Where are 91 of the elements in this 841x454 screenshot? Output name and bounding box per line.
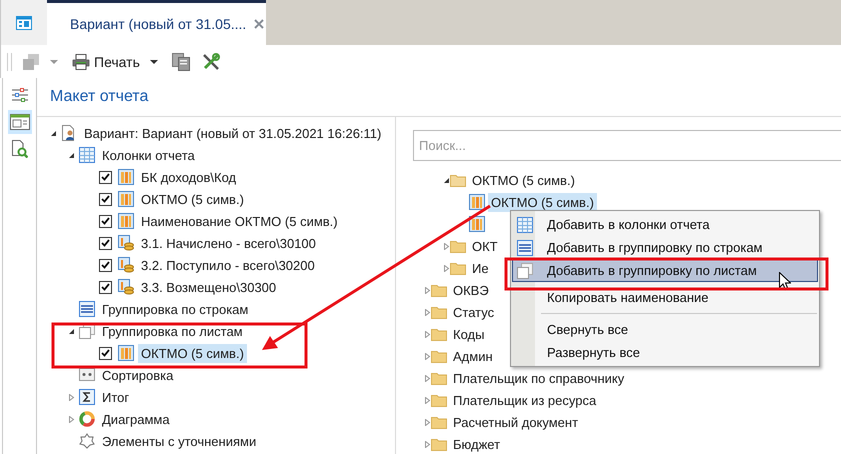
expander-icon[interactable]	[443, 176, 450, 184]
sigma-icon	[79, 389, 95, 405]
expander-icon[interactable]	[68, 328, 74, 334]
pages-icon	[172, 52, 190, 70]
tree-item[interactable]: Сортировка	[99, 366, 176, 384]
folder-icon	[450, 172, 466, 188]
folder-icon	[431, 392, 447, 408]
sidebar-item[interactable]	[8, 110, 32, 134]
checkbox[interactable]	[99, 280, 112, 294]
tree-item[interactable]: Ие	[469, 258, 492, 278]
menu-item[interactable]: Добавить в группировку по листам	[512, 259, 818, 282]
tree-item[interactable]: 3.1. Начислено - всего\30100	[138, 234, 319, 252]
tree-item[interactable]: 3.3. Возмещено\30300	[138, 278, 280, 296]
folder-icon	[450, 260, 466, 276]
folder-icon	[431, 414, 447, 430]
tree-item[interactable]: ОКТМО (5 симв.)	[138, 344, 247, 362]
layout-icon	[10, 114, 30, 130]
column-field-icon	[118, 345, 134, 361]
pages-icon	[79, 323, 95, 339]
checkbox[interactable]	[99, 192, 112, 206]
tree-item[interactable]: Админ	[450, 346, 496, 366]
coin-stack-icon	[118, 279, 134, 295]
search-field[interactable]: Поиск...	[413, 130, 841, 161]
folder-icon	[450, 238, 466, 254]
sliders-icon	[10, 87, 28, 103]
tree-item[interactable]: 3.2. Поступило - всего\30200	[138, 256, 318, 274]
tree-item[interactable]: ОКТМО (5 симв.)	[138, 190, 247, 208]
checkbox[interactable]	[99, 236, 112, 250]
folder-icon	[431, 326, 447, 342]
close-icon[interactable]	[254, 19, 264, 29]
window-icon	[16, 16, 32, 30]
rows-icon	[79, 301, 95, 317]
print-button[interactable]: Печать	[70, 52, 142, 72]
tree-item[interactable]: Вариант: Вариант (новый от 31.05.2021 16:26:11)	[81, 124, 384, 142]
tree-item[interactable]: Группировка по строкам	[99, 300, 252, 318]
menu-item[interactable]: Добавить в группировку по строкам	[512, 236, 818, 259]
tree-item[interactable]: БК доходов\Код	[138, 168, 240, 186]
menu-item[interactable]: Развернуть все	[512, 341, 818, 364]
coin-stack-icon	[118, 257, 134, 273]
tree-item[interactable]: Элементы с уточнениями	[99, 432, 260, 450]
checkbox[interactable]	[99, 214, 112, 228]
column-field-icon	[469, 194, 485, 210]
column-field-icon	[118, 169, 134, 185]
tree-item[interactable]: Расчетный документ	[450, 412, 582, 432]
folder-icon	[431, 348, 447, 364]
column-field-icon	[118, 191, 134, 207]
folder-icon	[431, 282, 447, 298]
tree-item[interactable]: ОКТМО (5 симв.)	[469, 170, 578, 190]
rows-icon	[517, 240, 533, 256]
tree-item[interactable]: ОКТМО (5 симв.)	[488, 192, 597, 212]
tree-item[interactable]: Итог	[99, 388, 132, 406]
printer-icon	[72, 54, 90, 70]
grid-icon	[79, 147, 95, 163]
tree-item[interactable]: Статус	[450, 302, 498, 322]
home-tab[interactable]	[0, 0, 47, 45]
folder-icon	[431, 436, 447, 452]
document-person-icon	[61, 125, 77, 141]
tree-item[interactable]: Коды	[450, 324, 488, 344]
folder-icon	[431, 304, 447, 320]
tree-item[interactable]: ОКТ	[469, 236, 501, 256]
tree-item[interactable]: Плательщик из ресурса	[450, 390, 600, 410]
expander-icon[interactable]	[50, 130, 56, 136]
tree-item[interactable]: ОКВЭ	[450, 280, 492, 300]
coin-stack-icon	[118, 235, 134, 251]
menu-item[interactable]: Добавить в колонки отчета	[512, 213, 818, 236]
column-field-icon	[118, 213, 134, 229]
checkbox[interactable]	[99, 346, 112, 360]
expander-icon[interactable]	[68, 152, 74, 158]
toolbar-button[interactable]	[170, 50, 192, 72]
folder-icon	[431, 370, 447, 386]
checkbox[interactable]	[99, 258, 112, 272]
tree-item[interactable]: Группировка по листам	[99, 322, 246, 340]
caret-icon[interactable]	[150, 60, 158, 64]
document-search-icon	[12, 140, 28, 158]
panel-title: Макет отчета	[37, 78, 841, 117]
checkbox[interactable]	[99, 170, 112, 184]
column-field-icon	[469, 216, 485, 232]
copy-icon	[22, 52, 40, 70]
sort-icon	[79, 367, 95, 383]
tree-item[interactable]: Колонки отчета	[99, 146, 198, 164]
document-tab[interactable]: Вариант (новый от 31.05....	[47, 0, 266, 45]
tools-icon	[202, 52, 220, 70]
grid-icon	[517, 216, 533, 232]
menu-item[interactable]: Свернуть все	[512, 318, 818, 341]
tree-item[interactable]: Бюджет	[450, 434, 504, 454]
tree-item[interactable]: Плательщик по справочнику	[450, 368, 628, 388]
menu-item[interactable]: Копировать наименование	[512, 286, 818, 309]
ring-icon	[79, 411, 95, 427]
pages-icon	[517, 262, 533, 278]
tree-item[interactable]: Наименование ОКТМО (5 симв.)	[138, 212, 341, 230]
tree-item[interactable]: Диаграмма	[99, 410, 173, 428]
